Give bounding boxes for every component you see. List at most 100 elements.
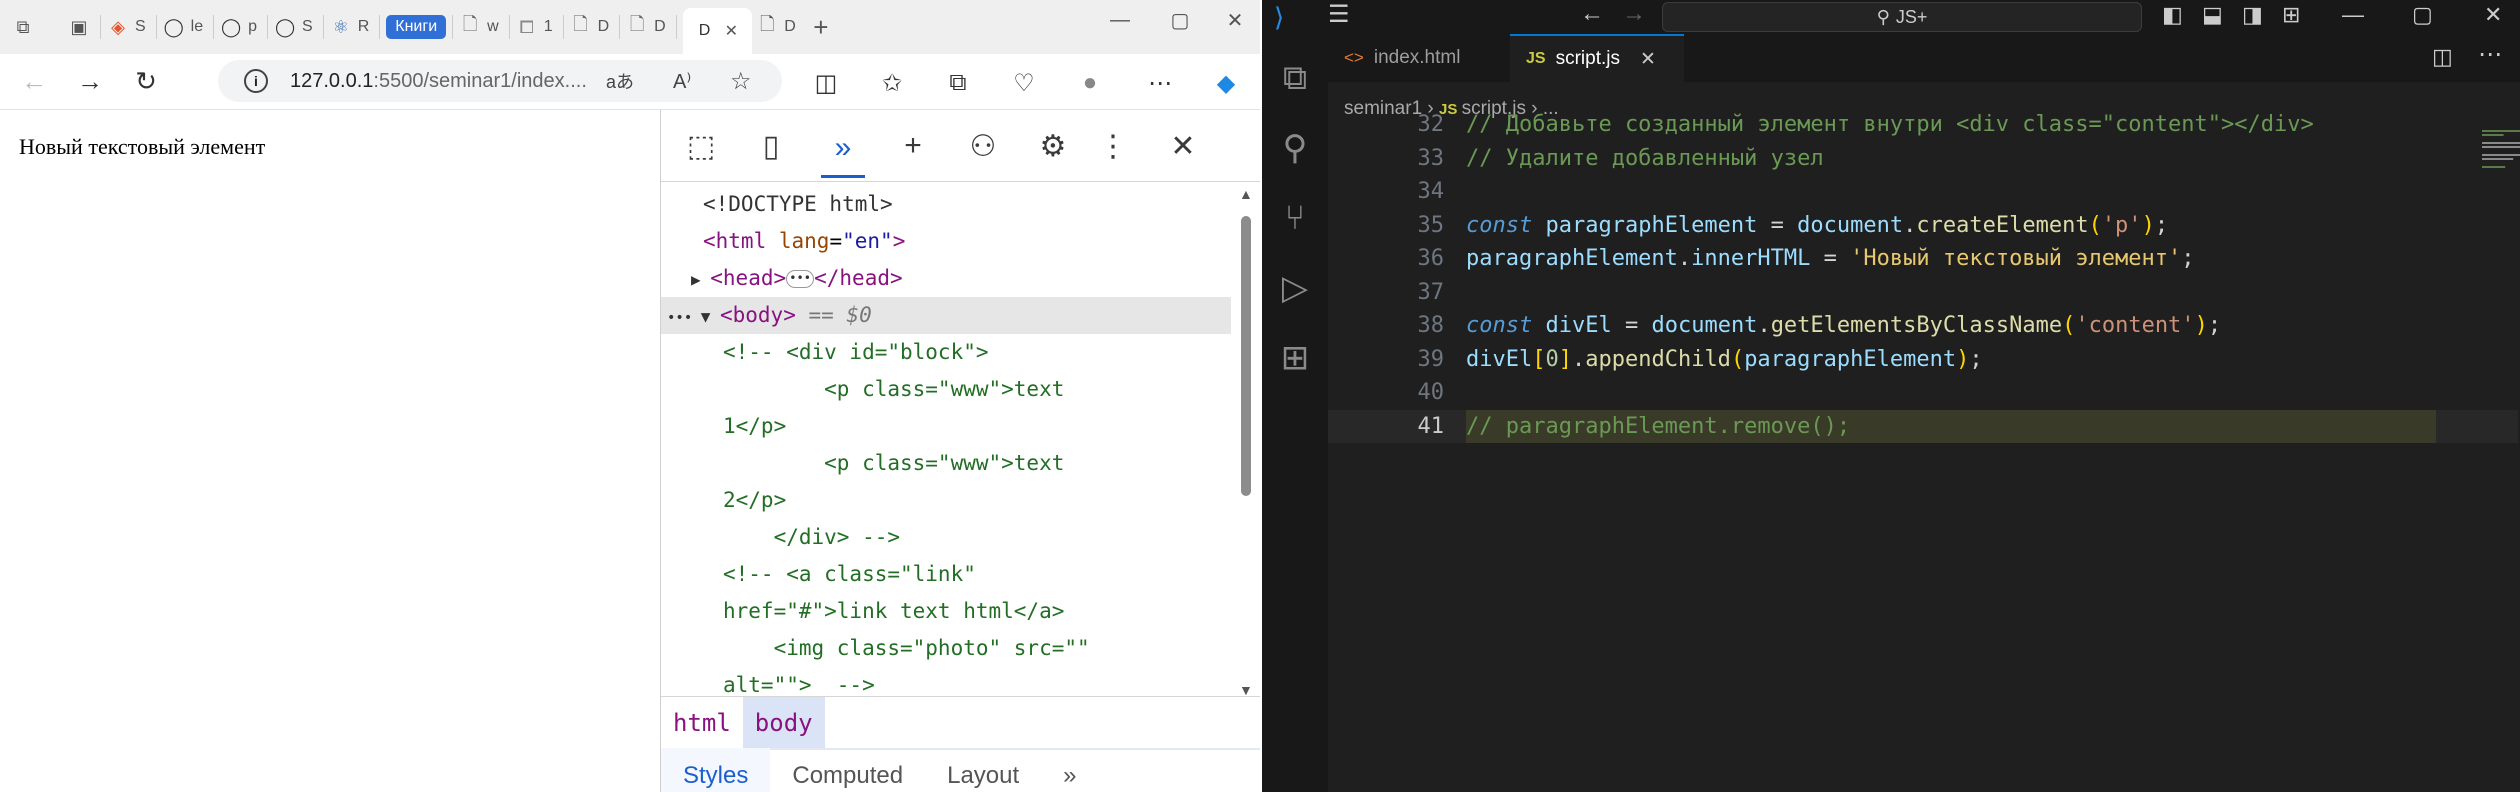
code-line[interactable]: 39 divEl[0].appendChild(paragraphElement)… [1328,343,2518,376]
tab-group-label[interactable]: Книги [386,15,447,39]
more-tabs-icon[interactable]: » [1041,748,1098,792]
profile-avatar[interactable]: ● [1070,63,1110,103]
more-menu-icon[interactable]: ⋯ [1140,63,1180,103]
search-icon[interactable]: ⚲ [1273,126,1317,170]
dom-node-line[interactable]: <!-- <div id="block"> [661,334,1231,371]
dom-node-line[interactable]: <html lang="en"> [661,223,1231,260]
dom-node-line[interactable]: ▶ <head> ••• </head> [661,260,1231,297]
close-icon[interactable]: ✕ [720,20,742,42]
dom-scrollbar[interactable]: ▲ ▼ [1235,186,1257,698]
scroll-thumb[interactable] [1241,216,1251,496]
dom-node-line[interactable]: <img class="photo" src="" [661,630,1231,667]
dom-node-line[interactable]: <p class="www">text [661,445,1231,482]
code-line[interactable]: 40 [1328,376,2518,409]
dom-node-line[interactable]: <!DOCTYPE html> [661,186,1231,223]
code-line[interactable]: 32 // Добавьте созданный элемент внутри <… [1328,108,2518,141]
collections-icon[interactable]: ⧉ [938,63,978,103]
text-size-icon[interactable]: A⁾ [673,69,691,94]
inspect-element-icon[interactable]: ⬚ [679,124,723,168]
code-line[interactable]: 33 // Удалите добавленный узел [1328,142,2518,175]
dom-node-line[interactable]: 1</p> [661,408,1231,445]
dom-node-line[interactable]: <p class="www">text [661,371,1231,408]
browser-tab[interactable]: ⚛ R [330,7,370,47]
favorites-icon[interactable]: ✩ [872,63,912,103]
read-aloud-icon[interactable]: aあ [606,68,634,94]
toggle-secondary-sidebar-icon[interactable]: ◨ [2242,2,2263,28]
elements-tab-icon[interactable]: » [821,120,865,178]
code-editor[interactable]: 32 // Добавьте созданный элемент внутри <… [1328,112,2520,792]
command-center-search[interactable]: ⚲ JS+ [1662,2,2142,32]
minimize-button[interactable]: — [2342,2,2364,28]
toggle-panel-icon[interactable]: ⬓ [2202,2,2223,28]
workspaces-button[interactable]: ⧉ [12,7,34,47]
dom-node-line[interactable]: href="#">link text html</a> [661,593,1231,630]
menu-hamburger-icon[interactable]: ☰ [1328,0,1350,29]
crumb-html[interactable]: html [661,697,743,749]
copilot-icon[interactable]: ◆ [1206,63,1246,103]
close-window-button[interactable]: ✕ [1205,0,1260,40]
dom-node-line[interactable]: <!-- <a class="link" [661,556,1231,593]
nav-back-icon[interactable]: ← [1580,0,1604,28]
scroll-up-icon[interactable]: ▲ [1239,186,1253,202]
tab-last[interactable]: 🗋 D [756,7,796,47]
tab-styles[interactable]: Styles [661,748,771,792]
settings-gear-icon[interactable]: ⚙ [1031,124,1075,168]
dom-node-line[interactable]: 2</p> [661,482,1231,519]
dom-node-line[interactable]: alt=""> --> [661,667,1231,698]
crumb-body[interactable]: body [742,696,825,749]
browser-essentials-icon[interactable]: ♡ [1004,63,1044,103]
code-line[interactable]: 35 const paragraphElement = document.crea… [1328,209,2518,242]
nav-forward-icon[interactable]: → [1622,0,1646,28]
browser-tab[interactable]: 🗋 w [459,7,499,47]
more-actions-icon[interactable]: ⋯ [2478,40,2502,69]
code-line[interactable]: 41 // paragraphElement.remove(); [1328,409,2518,443]
code-line[interactable]: 34 [1328,175,2518,208]
run-debug-icon[interactable]: ▷ [1273,266,1317,310]
close-window-button[interactable]: ✕ [2484,2,2502,28]
refresh-button[interactable]: ↻ [124,60,168,104]
collapsed-dots-icon[interactable]: ••• [786,270,815,288]
more-options-icon[interactable]: ⋮ [1091,124,1135,168]
back-button[interactable]: ← [12,60,56,104]
dom-node-line[interactable]: ••• ▼ <body> == $0 [661,297,1231,334]
address-row: ← → ↻ i 127.0.0.1:5500/seminar1/index...… [0,54,1260,110]
customize-icon[interactable]: ⚇ [961,124,1005,168]
device-emulation-icon[interactable]: ▯ [749,124,793,168]
extensions-icon[interactable]: ⊞ [1273,336,1317,380]
close-icon[interactable]: ✕ [1640,48,1656,71]
browser-tab[interactable]: 🗋 D [570,7,609,47]
restore-button[interactable]: ▢ [2412,2,2433,28]
new-tab-button[interactable]: + [810,7,832,47]
dom-node-line[interactable]: </div> --> [661,519,1231,556]
browser-tab[interactable]: ◯ S [274,7,313,47]
split-screen-icon[interactable]: ◫ [806,63,846,103]
minimize-button[interactable]: — [1090,0,1150,40]
vertical-tabs-button[interactable]: ▣ [68,7,90,47]
tab-layout[interactable]: Layout [925,748,1041,792]
tab-index-html[interactable]: <> index.html [1328,34,1508,82]
split-editor-icon[interactable]: ◫ [2432,44,2453,70]
info-icon[interactable]: i [244,69,268,93]
tab-script-js[interactable]: JS script.js ✕ [1510,34,1684,82]
browser-tab[interactable]: 🗋 D [626,7,666,47]
forward-button[interactable]: → [68,60,112,104]
favorite-star-icon[interactable]: ☆ [730,67,752,96]
tab-computed[interactable]: Computed [770,748,925,792]
browser-tab[interactable]: ◈ S [107,7,146,47]
browser-tab[interactable]: ◯ p [220,7,257,47]
dom-tree[interactable]: <!DOCTYPE html> <html lang="en"> ▶ <head> •… [661,186,1231,698]
toggle-sidebar-icon[interactable]: ◧ [2162,2,2183,28]
browser-tab[interactable]: ⧠ 1 [516,7,553,47]
browser-tab[interactable]: ◯ le [163,7,204,47]
close-devtools-icon[interactable]: ✕ [1161,124,1205,168]
explorer-icon[interactable]: ⧉ [1273,56,1317,100]
code-line[interactable]: 36 paragraphElement.innerHTML = 'Новый те… [1328,242,2518,275]
customize-layout-icon[interactable]: ⊞ [2282,2,2300,28]
add-tool-icon[interactable]: + [891,124,935,168]
restore-button[interactable]: ▢ [1150,0,1210,40]
code-line[interactable]: 37 [1328,276,2518,309]
address-bar[interactable]: i 127.0.0.1:5500/seminar1/index.... aあ A… [218,60,782,102]
tab-active[interactable]: D ✕ [682,8,753,54]
source-control-icon[interactable]: ⑂ [1273,196,1317,240]
code-line[interactable]: 38 const divEl = document.getElementsByCl… [1328,309,2518,342]
